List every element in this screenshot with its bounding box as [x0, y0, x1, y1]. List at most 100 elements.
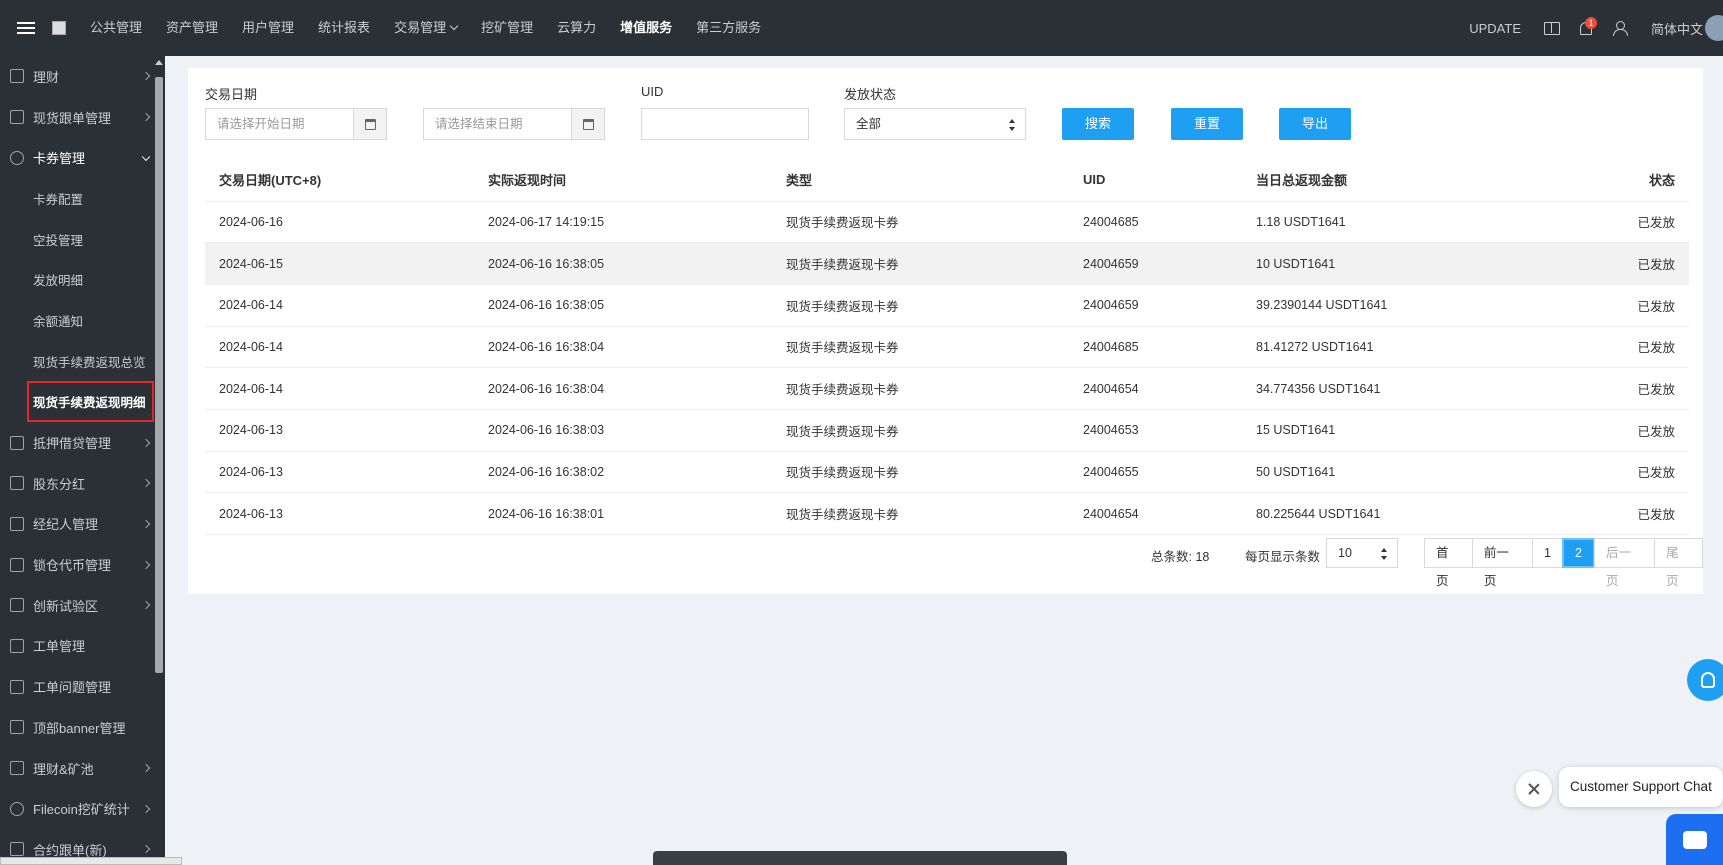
chevron-right-icon: [141, 804, 151, 813]
sidebar-subitem-rebate-detail[interactable]: 现货手续费返现明细: [0, 381, 165, 423]
table-row[interactable]: 2024-06-15 2024-06-16 16:38:05 现货手续费返现卡券…: [205, 242, 1689, 285]
cell-status: 已发放: [1542, 409, 1689, 452]
table-row[interactable]: 2024-06-14 2024-06-16 16:38:04 现货手续费返现卡券…: [205, 367, 1689, 410]
sidebar-subitem-label: 发放明细: [33, 274, 84, 289]
chat-prompt-bubble[interactable]: Customer Support Chat: [1559, 767, 1723, 807]
sidebar-item-finance[interactable]: 理财: [0, 56, 165, 97]
page-buttons: 首页 前一页 1 2 后一页 尾页: [1424, 538, 1703, 588]
per-page-label: 每页显示条数: [1245, 550, 1321, 564]
sidebar-item-locked-tokens[interactable]: 锁仓代币管理: [0, 544, 165, 585]
sidebar-item-dividends[interactable]: 股东分红: [0, 463, 165, 504]
cell-type: 现货手续费返现卡券: [772, 451, 1069, 494]
notifications-button[interactable]: 1: [1569, 0, 1603, 56]
next-page-button[interactable]: 后一页: [1593, 538, 1656, 588]
cell-rebate-time: 2024-06-16 16:38:05: [474, 284, 772, 327]
topnav-item-trading[interactable]: 交易管理: [382, 0, 469, 56]
sidebar-item-brokers[interactable]: 经纪人管理: [0, 504, 165, 545]
start-date-calendar-button[interactable]: [353, 109, 386, 139]
page-button-1[interactable]: 1: [1532, 538, 1563, 568]
cell-amount: 1.18 USDT1641: [1242, 201, 1542, 244]
menu-toggle-icon[interactable]: [6, 0, 46, 56]
home-icon: [10, 679, 24, 694]
end-date-calendar-button[interactable]: [571, 109, 604, 139]
select-arrows-icon: [1381, 548, 1387, 560]
last-page-button[interactable]: 尾页: [1654, 538, 1703, 588]
calendar-icon: [582, 118, 594, 130]
sidebar-subitem-airdrop[interactable]: 空投管理: [0, 219, 165, 260]
page-button-2[interactable]: 2: [1562, 538, 1595, 568]
chevron-right-icon: [141, 112, 151, 122]
table-row[interactable]: 2024-06-16 2024-06-17 14:19:15 现货手续费返现卡券…: [205, 201, 1689, 244]
search-button[interactable]: 搜索: [1062, 108, 1134, 140]
end-date-placeholder: 请选择结束日期: [435, 117, 523, 131]
topnav-item-reports[interactable]: 统计报表: [306, 0, 382, 56]
topnav-item-mining[interactable]: 挖矿管理: [469, 0, 545, 56]
table-row[interactable]: 2024-06-13 2024-06-16 16:38:03 现货手续费返现卡券…: [205, 409, 1689, 452]
cell-status: 已发放: [1542, 284, 1689, 327]
topnav-item-cloud[interactable]: 云算力: [545, 0, 608, 56]
sidebar-item-banner[interactable]: 顶部banner管理: [0, 707, 165, 748]
cell-status: 已发放: [1542, 326, 1689, 369]
table-row[interactable]: 2024-06-14 2024-06-16 16:38:04 现货手续费返现卡券…: [205, 326, 1689, 369]
sidebar-subitem-label: 卡券配置: [33, 192, 84, 207]
table-row[interactable]: 2024-06-13 2024-06-16 16:38:02 现货手续费返现卡券…: [205, 451, 1689, 494]
sidebar-subitem-rebate-overview[interactable]: 现货手续费返现总览: [0, 341, 165, 382]
per-page-select[interactable]: 10: [1326, 538, 1398, 568]
scrollbar-thumb[interactable]: [155, 77, 163, 673]
scroll-up-icon[interactable]: [155, 60, 163, 65]
sidebar-item-tickets[interactable]: 工单管理: [0, 626, 165, 667]
sidebar-item-ticket-questions[interactable]: 工单问题管理: [0, 666, 165, 707]
table-row[interactable]: 2024-06-13 2024-06-16 16:38:01 现货手续费返现卡券…: [205, 492, 1689, 535]
sidebar-subitem-distribution[interactable]: 发放明细: [0, 259, 165, 300]
start-date-input[interactable]: 请选择开始日期: [205, 108, 387, 140]
sidebar-item-finance-pool[interactable]: 理财&矿池: [0, 748, 165, 789]
cell-trade-date: 2024-06-16: [205, 201, 474, 244]
close-icon: [1528, 783, 1540, 795]
column-header: 当日总返现金额: [1242, 158, 1542, 202]
cell-uid: 24004659: [1069, 242, 1242, 285]
end-date-input[interactable]: 请选择结束日期: [423, 108, 605, 140]
cell-uid: 24004654: [1069, 492, 1242, 535]
avatar[interactable]: [1705, 15, 1723, 41]
cell-rebate-time: 2024-06-16 16:38:04: [474, 367, 772, 410]
user-icon: [1612, 21, 1628, 36]
language-selector[interactable]: 简体中文: [1651, 19, 1703, 38]
reset-button[interactable]: 重置: [1171, 108, 1243, 140]
sidebar-item-spot-copy[interactable]: 现货跟单管理: [0, 97, 165, 138]
update-link[interactable]: UPDATE: [1469, 21, 1521, 36]
docs-button[interactable]: [1535, 0, 1569, 56]
table-row[interactable]: 2024-06-14 2024-06-16 16:38:05 现货手续费返现卡券…: [205, 284, 1689, 327]
cell-amount: 80.225644 USDT1641: [1242, 492, 1542, 535]
close-chat-button[interactable]: [1516, 771, 1552, 807]
topnav-item-third-party[interactable]: 第三方服务: [684, 0, 773, 56]
sidebar-item-label: 工单问题管理: [33, 680, 112, 696]
lightbulb-help-button[interactable]: [1687, 659, 1723, 701]
topnav-item-users[interactable]: 用户管理: [230, 0, 306, 56]
sidebar-scrollbar[interactable]: [155, 60, 163, 673]
topnav-item-public[interactable]: 公共管理: [78, 0, 154, 56]
top-navbar: 公共管理 资产管理 用户管理 统计报表 交易管理 挖矿管理 云算力 增值服务 第…: [0, 0, 1723, 56]
user-button[interactable]: [1603, 0, 1637, 56]
topnav-item-value-added[interactable]: 增值服务: [608, 0, 684, 56]
sidebar-item-label: 抵押借贷管理: [33, 436, 112, 452]
sidebar-subitem-balance-notice[interactable]: 余额通知: [0, 300, 165, 341]
topnav-item-assets[interactable]: 资产管理: [154, 0, 230, 56]
sidebar-item-coupons[interactable]: 卡券管理: [0, 137, 165, 178]
cart-icon: [10, 476, 24, 491]
sidebar-subitem-coupon-config[interactable]: 卡券配置: [0, 178, 165, 219]
first-page-button[interactable]: 首页: [1424, 538, 1473, 588]
sidebar-item-filecoin[interactable]: Filecoin挖矿统计: [0, 788, 165, 829]
prev-page-button[interactable]: 前一页: [1471, 538, 1534, 588]
chevron-right-icon: [141, 845, 151, 854]
export-button[interactable]: 导出: [1279, 108, 1351, 140]
clock-icon: [10, 801, 24, 816]
uid-input[interactable]: [641, 108, 809, 140]
cell-uid: 24004654: [1069, 367, 1242, 410]
status-select[interactable]: 全部: [844, 108, 1026, 140]
sidebar-item-loans[interactable]: 抵押借贷管理: [0, 422, 165, 463]
cell-type: 现货手续费返现卡券: [772, 326, 1069, 369]
sidebar-item-innovation[interactable]: 创新试验区: [0, 585, 165, 626]
date-label: 交易日期: [205, 87, 258, 102]
chat-launcher-button[interactable]: [1666, 814, 1723, 865]
sidebar-item-label: 理财: [33, 69, 60, 85]
